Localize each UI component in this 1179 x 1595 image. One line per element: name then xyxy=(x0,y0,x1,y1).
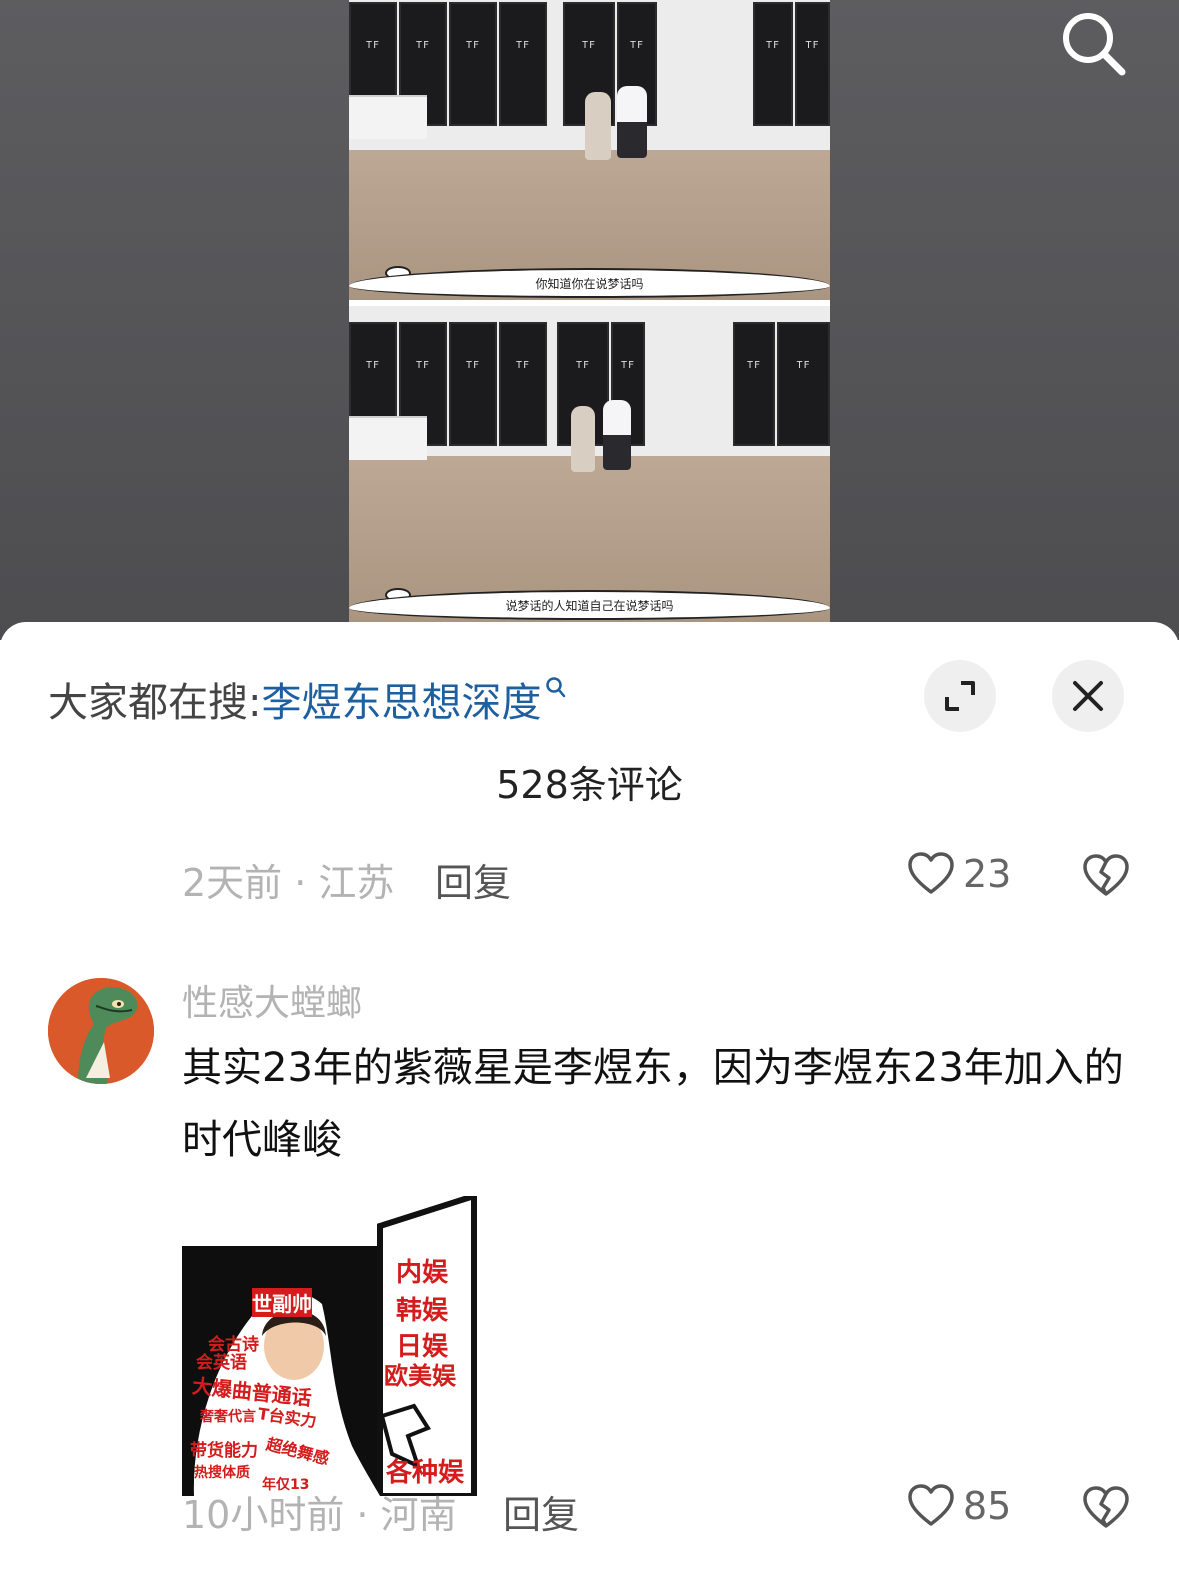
broken-heart-icon xyxy=(1083,1486,1129,1528)
handrail xyxy=(349,95,427,139)
avatar[interactable] xyxy=(48,978,154,1084)
video-caption: 你知道你在说梦话吗 xyxy=(349,268,830,298)
wall-panel xyxy=(753,2,793,126)
like-button[interactable]: 85 xyxy=(907,1484,1011,1528)
comment-meta-row: 2天前 · 江苏 回复 23 xyxy=(182,852,1142,905)
comment-meme-image[interactable]: 世副帅 会古诗 会英语 大爆曲普通话 奢奢代言 T台实力 带货能力 超绝舞感 热… xyxy=(182,1196,480,1496)
reply-button[interactable]: 回复 xyxy=(435,852,511,907)
wall-panel xyxy=(795,2,830,126)
meme-text: 内娱 xyxy=(396,1258,449,1288)
like-count: 23 xyxy=(963,852,1012,896)
meme-text: 欧美娱 xyxy=(384,1362,456,1390)
search-button[interactable] xyxy=(1060,10,1130,80)
comment-text: 其实23年的紫薇星是李煜东，因为李煜东23年加入的时代峰峻 xyxy=(182,1045,1124,1163)
seated-person xyxy=(617,86,647,158)
meme-text: 会英语 xyxy=(196,1353,247,1373)
meme-top-label: 世副帅 xyxy=(252,1288,312,1317)
meme-text: 奢奢代言 xyxy=(200,1409,256,1425)
wall-panel xyxy=(733,322,775,446)
like-button[interactable]: 23 xyxy=(907,852,1011,896)
wall-panel xyxy=(449,2,497,126)
handrail xyxy=(349,416,427,460)
avatar-dinosaur-image xyxy=(48,978,154,1084)
video-caption: 说梦话的人知道自己在说梦话吗 xyxy=(349,590,830,620)
wall-panel xyxy=(777,322,830,446)
wall-panel xyxy=(499,2,547,126)
comment-sheet: 大家都在搜:李煜东思想深度 528条评论 2天前 · 江苏 回复 23 性感大螳… xyxy=(0,622,1179,1595)
meme-text: 带货能力 xyxy=(190,1441,258,1461)
seated-person xyxy=(585,92,611,160)
video-player[interactable]: 你知道你在说梦话吗 说梦话的人知道自己在说梦话吗 xyxy=(349,0,830,622)
wall-panel xyxy=(499,322,547,446)
broken-heart-icon xyxy=(1083,854,1129,896)
comment-count: 528条评论 xyxy=(496,763,683,807)
expand-button[interactable] xyxy=(924,660,996,732)
comment-time-location: 10小时前 · 河南 xyxy=(182,1493,457,1537)
close-icon xyxy=(1073,681,1103,711)
hot-search-banner[interactable]: 大家都在搜:李煜东思想深度 xyxy=(48,670,567,728)
hot-search-prefix: 大家都在搜: xyxy=(48,680,262,726)
meme-text: 热搜体质 xyxy=(194,1465,250,1481)
seated-person xyxy=(603,400,631,470)
reply-button[interactable]: 回复 xyxy=(503,1484,579,1539)
comment-username[interactable]: 性感大螳螂 xyxy=(182,974,362,1026)
video-frame-2: 说梦话的人知道自己在说梦话吗 xyxy=(349,306,830,622)
heart-icon xyxy=(908,1484,954,1526)
search-icon xyxy=(1063,13,1126,76)
heart-icon xyxy=(908,852,954,894)
hot-search-keyword[interactable]: 李煜东思想深度 xyxy=(261,680,541,726)
seated-person xyxy=(571,406,595,472)
close-button[interactable] xyxy=(1052,660,1124,732)
like-count: 85 xyxy=(963,1484,1012,1528)
comment-time-location: 2天前 · 江苏 xyxy=(182,861,395,905)
expand-icon xyxy=(945,681,975,711)
comment-meta-row: 10小时前 · 河南 回复 85 xyxy=(182,1484,1142,1537)
video-frame-1: 你知道你在说梦话吗 xyxy=(349,0,830,300)
meme-text: 韩娱 xyxy=(396,1296,449,1326)
wall-panel xyxy=(449,322,497,446)
search-icon xyxy=(545,664,567,710)
dislike-button[interactable] xyxy=(1082,1486,1130,1534)
dislike-button[interactable] xyxy=(1082,854,1130,902)
